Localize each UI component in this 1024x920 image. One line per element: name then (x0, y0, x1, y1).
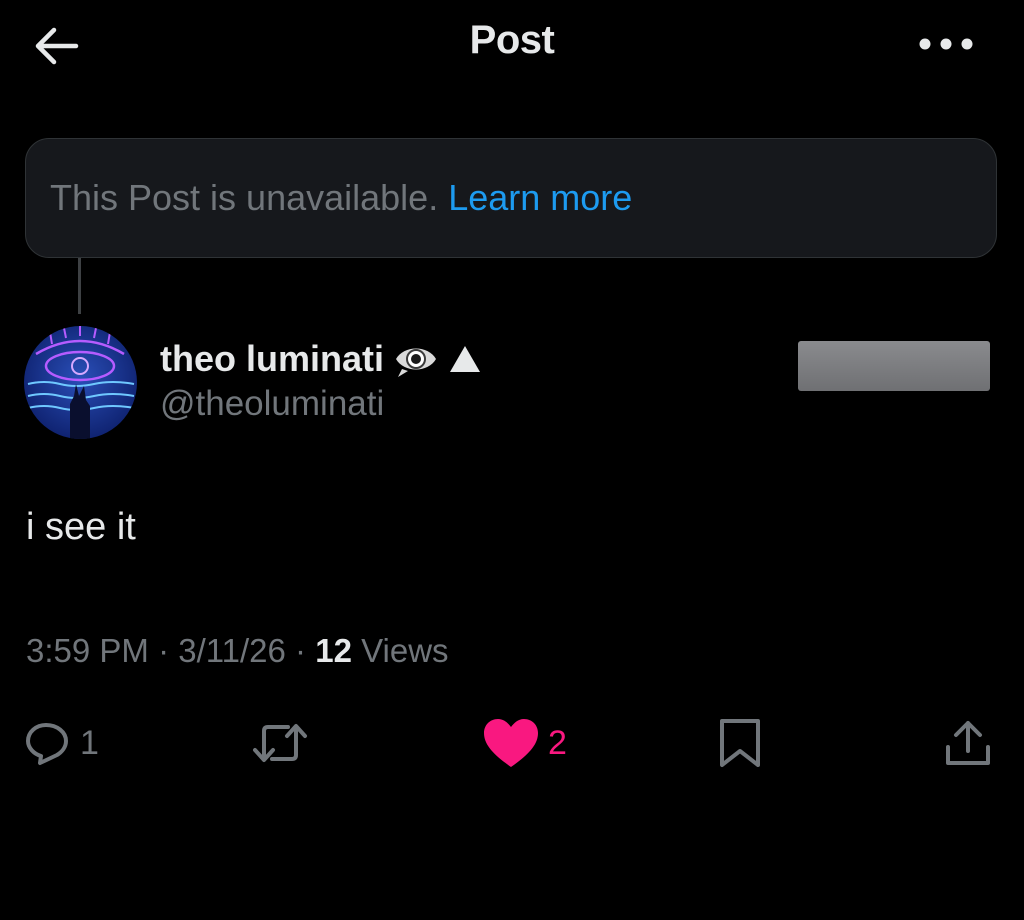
meta-separator: · (285, 632, 316, 669)
more-options-button[interactable] (908, 20, 984, 68)
author-display-name: theo luminati (160, 338, 384, 379)
thread-connector-line (78, 258, 81, 314)
post-time: 3:59 PM (26, 632, 149, 669)
notice-text: This Post is unavailable. (50, 177, 439, 218)
repost-icon (253, 724, 307, 762)
like-count: 2 (548, 723, 567, 762)
author-handle[interactable]: @theoluminati (160, 384, 384, 424)
bookmark-button[interactable] (716, 712, 764, 774)
page-title: Post (469, 18, 555, 62)
more-horizontal-icon (919, 38, 973, 50)
share-button[interactable] (942, 712, 994, 774)
triangle-icon (450, 346, 480, 372)
share-icon (946, 721, 990, 765)
like-button[interactable]: 2 (482, 712, 567, 774)
post-meta: 3:59 PM · 3/11/26 · 12 Views (26, 632, 449, 670)
reply-count: 1 (80, 723, 99, 762)
meta-separator: · (148, 632, 179, 669)
reply-button[interactable]: 1 (24, 712, 99, 774)
unavailable-post-notice: This Post is unavailable. Learn more (25, 138, 997, 258)
eye-icon (396, 348, 436, 377)
redacted-follow-button[interactable] (798, 341, 990, 391)
avatar[interactable] (24, 326, 137, 439)
reply-icon (26, 723, 68, 765)
learn-more-link[interactable]: Learn more (448, 177, 632, 219)
post-text: i see it (26, 506, 136, 548)
post-date[interactable]: 3/11/26 (178, 632, 286, 670)
views-count[interactable]: 12 (315, 632, 352, 670)
heart-icon (484, 719, 538, 767)
views-label: Views (351, 632, 449, 669)
bookmark-icon (720, 719, 760, 767)
author-name-row[interactable]: theo luminati (160, 334, 482, 384)
repost-button[interactable] (250, 712, 318, 774)
